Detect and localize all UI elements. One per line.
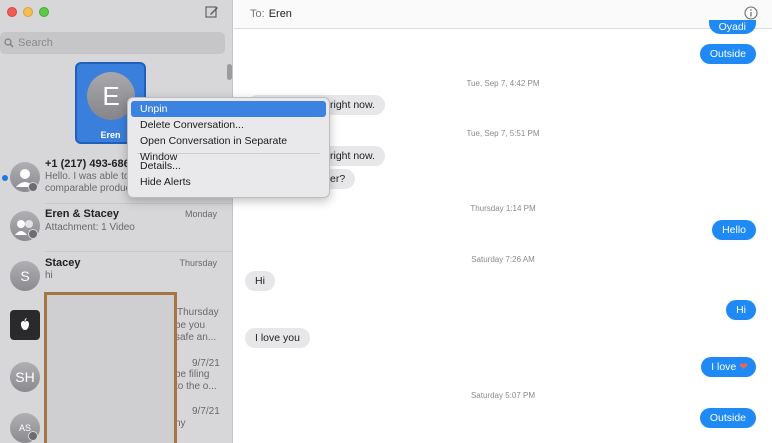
redaction-frame — [44, 292, 177, 443]
message-timestamp: Saturday 5:07 PM — [470, 391, 536, 400]
badge-icon — [28, 229, 38, 239]
preview-line: comparable produc — [45, 183, 131, 194]
conversation-date: Thursday — [179, 258, 217, 268]
message-bubble-outgoing[interactable]: Outside — [699, 408, 756, 428]
preview-line: Attachment: 1 Video — [45, 222, 135, 233]
conversation-title: Stacey — [45, 257, 81, 269]
to-label: To: — [250, 8, 265, 20]
preview-line: be you — [175, 320, 206, 331]
list-item[interactable]: Eren & Stacey Monday Attachment: 1 Video — [0, 204, 225, 252]
message-bubble-incoming[interactable]: Hi — [245, 271, 275, 291]
message-bubble-outgoing[interactable]: Hello — [712, 220, 756, 240]
apple-logo-icon — [10, 310, 40, 340]
message-bubble-outgoing[interactable]: Oyadi — [708, 20, 756, 34]
recipient-name: Eren — [268, 8, 292, 20]
sidebar-scrollbar[interactable] — [227, 64, 232, 80]
close-window-button[interactable] — [7, 7, 17, 17]
badge-icon — [28, 182, 38, 192]
info-icon[interactable] — [744, 6, 758, 20]
conversation-date: Monday — [184, 209, 217, 219]
message-bubble-outgoing[interactable]: I love ❤ — [701, 357, 756, 377]
message-bubble-outgoing[interactable]: Outside — [699, 44, 756, 64]
preview-line: to the o... — [175, 381, 217, 392]
message-bubble-outgoing[interactable]: Hi — [726, 300, 756, 320]
preview-line: safe an... — [175, 332, 217, 343]
conversation-date: Thursday — [177, 307, 219, 318]
message-timestamp: Thursday 1:14 PM — [470, 204, 536, 213]
search-input[interactable] — [18, 37, 198, 49]
conversation-title: Eren & Stacey — [45, 208, 119, 220]
menu-item-unpin[interactable]: Unpin — [131, 101, 326, 117]
search-field[interactable] — [0, 32, 225, 54]
preview-line: Hello. I was able to — [45, 171, 130, 182]
minimize-window-button[interactable] — [23, 7, 33, 17]
preview-line: hi — [45, 270, 53, 281]
search-icon — [4, 38, 14, 48]
conversation-title: +1 (217) 493-686 — [45, 158, 130, 170]
avatar: SH — [10, 362, 40, 392]
conversation-sidebar: E Eren +1 (217) 493-686 Hello. I was abl… — [0, 0, 233, 443]
unread-indicator — [2, 175, 8, 181]
message-timestamp: Tue, Sep 7, 4:42 PM — [466, 79, 540, 88]
message-timestamp: Saturday 7:26 AM — [471, 255, 535, 264]
avatar: S — [10, 261, 40, 291]
heart-icon: ❤ — [739, 361, 748, 373]
conversation-header: To: Eren — [234, 0, 772, 29]
message-bubble-incoming[interactable]: I love you — [245, 328, 310, 348]
conversation-date: 9/7/21 — [192, 406, 220, 417]
window-controls — [7, 7, 49, 17]
zoom-window-button[interactable] — [39, 7, 49, 17]
menu-item-details[interactable]: Details... — [131, 158, 326, 174]
menu-item-delete-conversation[interactable]: Delete Conversation... — [131, 117, 326, 133]
context-menu: Unpin Delete Conversation... Open Conver… — [127, 97, 330, 198]
menu-item-open-separate-window[interactable]: Open Conversation in Separate Window — [131, 133, 326, 163]
recipient-field[interactable]: To: Eren — [250, 8, 292, 20]
preview-line: be filing — [175, 369, 210, 380]
menu-item-hide-alerts[interactable]: Hide Alerts — [131, 174, 326, 190]
message-text: I love — [711, 361, 737, 373]
compose-icon[interactable] — [205, 5, 219, 19]
badge-icon — [28, 431, 38, 441]
